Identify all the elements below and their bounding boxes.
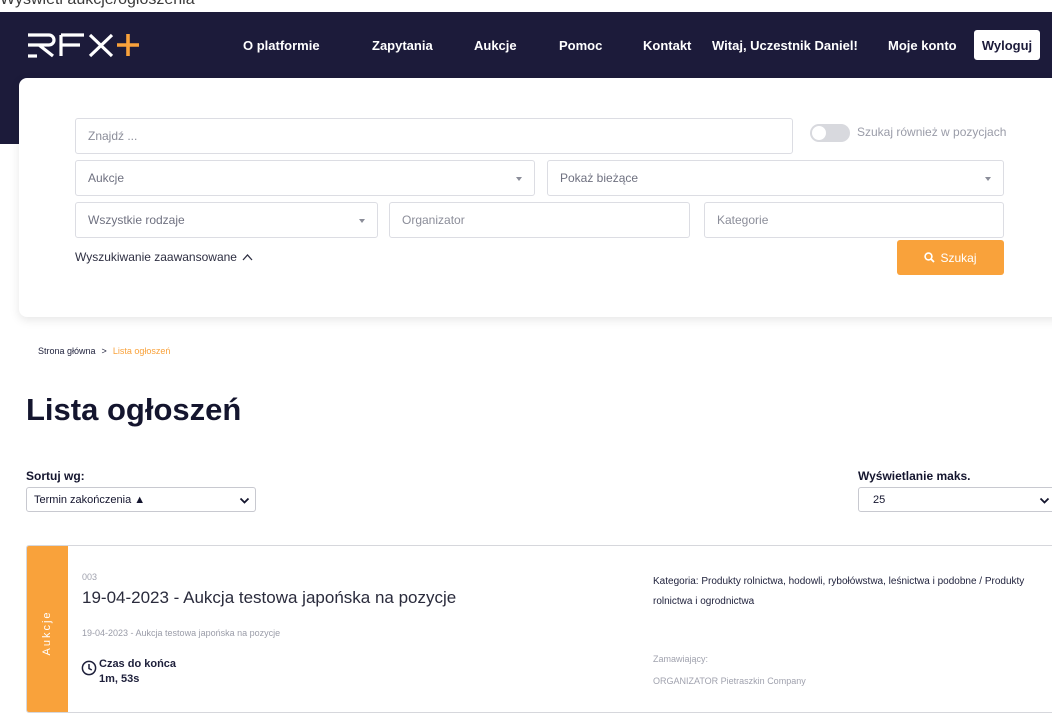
search-button-label: Szukaj (940, 250, 977, 265)
buyer-label: Zamawiający: (653, 654, 709, 664)
nav-aukcje[interactable]: Aukcje (474, 12, 517, 78)
rfx-logo[interactable] (26, 26, 158, 60)
type-select-value: Aukcje (88, 171, 125, 185)
time-left-label: Czas do końca (99, 658, 177, 670)
magnifier-icon (924, 252, 936, 263)
buyer-name: ORGANIZATOR Pietraszkin Company (653, 676, 806, 686)
page-title: Lista ogłoszeń (26, 392, 242, 427)
kind-select-value: Wszystkie rodzaje (88, 213, 185, 227)
listing-category: Kategoria: Produkty rolnictwa, hodowli, … (653, 576, 1025, 607)
nav-zapytania[interactable]: Zapytania (372, 12, 433, 78)
search-panel: Znajdź ... Szukaj również w pozycjach Au… (19, 78, 1052, 317)
advanced-search-toggle[interactable]: Wyszukiwanie zaawansowane (75, 250, 253, 264)
listing-card[interactable]: Aukcje 003 19-04-2023 - Aukcja testowa j… (26, 545, 1052, 713)
logo-mark (28, 33, 139, 58)
organizer-input[interactable]: Organizator (389, 202, 690, 238)
sort-label: Sortuj wg: (26, 469, 85, 483)
organizer-input-placeholder: Organizator (402, 213, 465, 227)
breadcrumb-home[interactable]: Strona główna (38, 346, 96, 356)
nav-kontakt[interactable]: Kontakt (643, 12, 691, 78)
clock-icon (81, 660, 97, 676)
chevron-up-icon (242, 254, 253, 261)
time-left-value: 1m, 53s (99, 673, 140, 685)
sort-select-value: Termin zakończenia ▲ (34, 493, 146, 506)
kind-select[interactable]: Wszystkie rodzaje (75, 202, 378, 238)
listing-type-tag: Aukcje (27, 546, 68, 712)
sort-select[interactable]: Termin zakończenia ▲ (26, 487, 256, 512)
display-max-value: 25 (873, 493, 886, 506)
top-strip: Wyświetl aukcje/ogłoszenia (0, 0, 1052, 12)
nav-pomoc[interactable]: Pomoc (559, 12, 602, 78)
display-max-select[interactable]: 25 (858, 487, 1052, 512)
listing-type-label: Aukcje (41, 610, 53, 656)
listing-id: 003 (82, 572, 98, 582)
logout-button[interactable]: Wyloguj (974, 30, 1040, 60)
status-select-value: Pokaż bieżące (560, 171, 639, 185)
search-input-placeholder: Znajdź ... (88, 129, 138, 143)
display-max-label: Wyświetlanie maks. (858, 469, 971, 483)
nav-o-platformie[interactable]: O platformie (243, 12, 320, 78)
search-button[interactable]: Szukaj (897, 240, 1004, 275)
top-navbar: O platformie Zapytania Aukcje Pomoc Kont… (0, 12, 1052, 78)
search-in-items-toggle[interactable] (810, 124, 850, 142)
top-strip-text: Wyświetl aukcje/ogłoszenia (0, 0, 195, 9)
status-select[interactable]: Pokaż bieżące (547, 160, 1004, 196)
category-input[interactable]: Kategorie (704, 202, 1004, 238)
breadcrumb-current: Lista ogłoszeń (112, 346, 171, 356)
advanced-search-label: Wyszukiwanie zaawansowane (75, 250, 237, 264)
my-account-link[interactable]: Moje konto (888, 12, 957, 78)
listing-subtitle: 19-04-2023 - Aukcja testowa japońska na … (82, 628, 281, 638)
listing-title[interactable]: 19-04-2023 - Aukcja testowa japońska na … (82, 588, 456, 608)
search-in-items-label: Szukaj również w pozycjach (857, 125, 1007, 139)
breadcrumb: Strona główna > Lista ogłoszeń (38, 346, 170, 356)
greeting-text: Witaj, Uczestnik Daniel! (712, 37, 858, 53)
search-input[interactable]: Znajdź ... (75, 118, 793, 154)
type-select[interactable]: Aukcje (75, 160, 535, 196)
chevron-down-icon (1039, 497, 1050, 504)
category-input-placeholder: Kategorie (717, 213, 769, 227)
chevron-down-icon (239, 497, 250, 504)
breadcrumb-separator: > (101, 346, 107, 356)
